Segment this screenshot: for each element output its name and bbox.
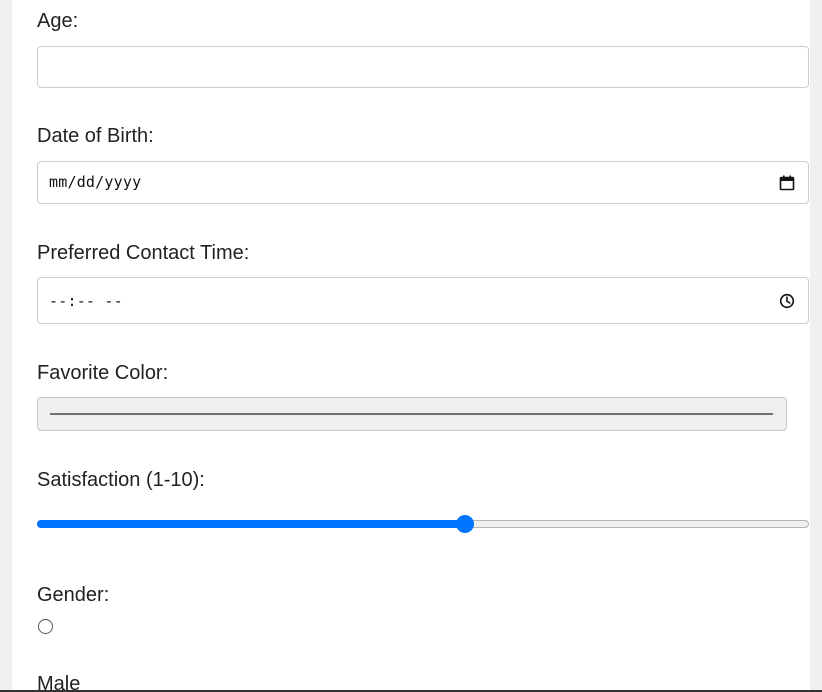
- contact-time-placeholder: --:-- --: [49, 292, 123, 310]
- contact-time-input[interactable]: --:-- --: [37, 277, 809, 324]
- date-of-birth-label: Date of Birth:: [37, 125, 154, 147]
- age-label: Age:: [37, 10, 79, 32]
- gender-label: Gender:: [37, 584, 110, 606]
- calendar-icon[interactable]: [779, 175, 795, 191]
- form-page: Age: Date of Birth: mm/dd/yyyy Preferred…: [12, 0, 810, 692]
- slider-thumb[interactable]: [455, 515, 474, 533]
- satisfaction-slider[interactable]: [37, 515, 809, 535]
- gender-option-male-label[interactable]: Male: [37, 672, 80, 692]
- contact-time-label: Preferred Contact Time:: [37, 242, 250, 264]
- date-of-birth-input[interactable]: mm/dd/yyyy: [37, 161, 809, 204]
- favorite-color-label: Favorite Color:: [37, 362, 169, 384]
- satisfaction-label: Satisfaction (1-10):: [37, 469, 205, 491]
- date-of-birth-placeholder: mm/dd/yyyy: [49, 173, 142, 191]
- slider-fill: [37, 520, 465, 528]
- color-swatch: [50, 413, 773, 415]
- age-input[interactable]: [37, 46, 809, 88]
- gender-radio-male[interactable]: [38, 619, 53, 634]
- favorite-color-input[interactable]: [37, 397, 787, 431]
- clock-icon[interactable]: [779, 293, 795, 309]
